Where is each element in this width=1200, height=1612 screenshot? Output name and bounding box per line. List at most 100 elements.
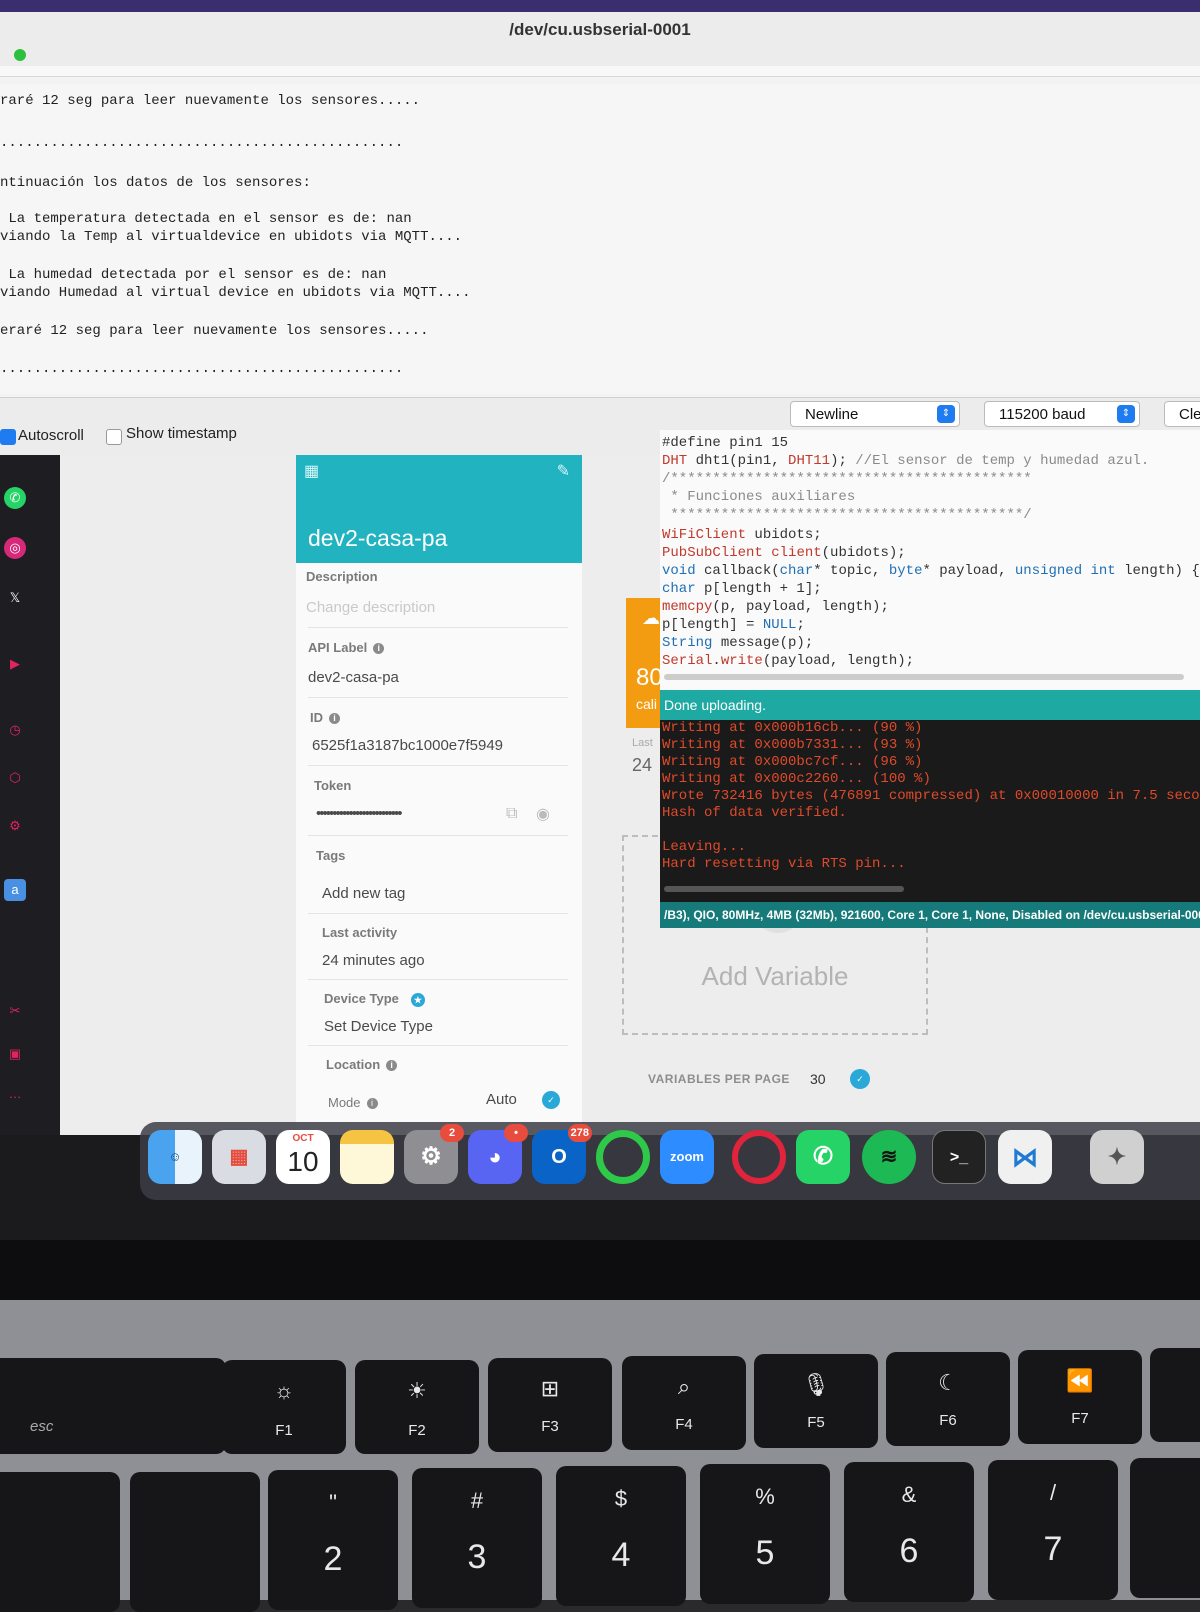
- per-page-label: VARIABLES PER PAGE: [648, 1072, 790, 1086]
- outlook-icon[interactable]: O 278: [532, 1124, 592, 1184]
- serial-monitor-window: /dev/cu.usbserial-0001 raré 12 seg para …: [0, 0, 1200, 456]
- board-info-bar: /B3), QIO, 80MHz, 4MB (32Mb), 921600, Co…: [660, 902, 1200, 928]
- translate-icon[interactable]: a: [4, 879, 26, 901]
- gear-icon[interactable]: ⚙: [4, 815, 26, 837]
- maximize-button[interactable]: [14, 49, 26, 61]
- key-3[interactable]: #3: [412, 1468, 542, 1608]
- terminal-icon[interactable]: >_: [932, 1130, 986, 1184]
- notes-icon[interactable]: [340, 1130, 394, 1184]
- edit-pencil-icon[interactable]: ✎: [557, 461, 570, 481]
- per-page-value[interactable]: 30: [810, 1071, 826, 1087]
- autoscroll-checkbox[interactable]: [0, 429, 16, 445]
- autoscroll-label: Autoscroll: [18, 427, 84, 444]
- console-scrollbar[interactable]: [664, 886, 904, 892]
- user-app-icon[interactable]: ✦: [1090, 1130, 1144, 1184]
- clear-output-button[interactable]: Cle: [1164, 401, 1200, 427]
- console-line: Writing at 0x000c2260... (100 %): [662, 771, 931, 787]
- device-id: 6525f1a3187bc1000e7f5949: [312, 737, 504, 754]
- serial-line: eraré 12 seg para leer nuevamente los se…: [0, 323, 429, 339]
- timestamp-label: Show timestamp: [126, 425, 237, 442]
- timestamp-checkbox[interactable]: [106, 429, 122, 445]
- key-f7[interactable]: ⏪ F7: [1018, 1350, 1142, 1444]
- image-icon[interactable]: ▣: [4, 1043, 26, 1065]
- serial-line: ........................................…: [0, 135, 404, 151]
- code-line: memcpy(p, payload, length);: [662, 599, 889, 615]
- vscode-icon[interactable]: ⋈: [998, 1130, 1052, 1184]
- key-7[interactable]: /7: [988, 1460, 1118, 1600]
- api-label-value[interactable]: dev2-casa-pa: [308, 669, 399, 686]
- whatsapp-dock-icon[interactable]: ✆: [796, 1130, 850, 1184]
- mode-toggle-icon[interactable]: ✓: [542, 1091, 560, 1109]
- info-icon[interactable]: i: [386, 1060, 398, 1072]
- serial-input[interactable]: [0, 66, 1200, 77]
- eye-icon[interactable]: ◉: [536, 804, 550, 824]
- key-f4[interactable]: ⌕ F4: [622, 1356, 746, 1450]
- x-icon[interactable]: 𝕏: [4, 587, 26, 609]
- mode-value[interactable]: Auto: [486, 1091, 517, 1108]
- editor-scrollbar[interactable]: [664, 674, 1184, 680]
- key-5[interactable]: % 5: [700, 1464, 830, 1604]
- id-label: ID i: [310, 710, 340, 725]
- settings-badge: 2: [440, 1124, 464, 1142]
- serial-line: viando Humedad al virtual device en ubid…: [0, 285, 471, 301]
- launchpad-icon[interactable]: ▦: [212, 1130, 266, 1184]
- finder-icon[interactable]: ☺: [148, 1130, 202, 1184]
- spotify-icon[interactable]: ≋: [862, 1130, 916, 1184]
- tags-input[interactable]: Add new tag: [322, 885, 405, 902]
- key-f3[interactable]: ⊞ F3: [488, 1358, 612, 1452]
- window-titlebar[interactable]: /dev/cu.usbserial-0001: [0, 12, 1200, 67]
- arduino-code-editor[interactable]: #define pin1 15 DHT dht1(pin1, DHT11); /…: [660, 430, 1200, 690]
- system-settings-icon[interactable]: ⚙ 2: [404, 1124, 464, 1184]
- more-icon[interactable]: …: [4, 1083, 26, 1105]
- key-2[interactable]: " 2: [268, 1470, 398, 1610]
- key-6[interactable]: & 6: [844, 1462, 974, 1602]
- api-label-label: API Label i: [308, 640, 385, 655]
- keyboard-deck: esc ☼ F1 ☀ F2 ⊞ F3 ⌕ F4 🎙 F5 ☾ F6 ⏪ F7 " 2 #3 $4…: [0, 1300, 1200, 1612]
- discord-icon[interactable]: ◕ •: [468, 1124, 528, 1184]
- description-label: Description: [306, 569, 378, 584]
- code-line: #define pin1 15: [662, 435, 789, 451]
- info-icon[interactable]: i: [373, 643, 385, 655]
- key-f2[interactable]: ☀ F2: [355, 1360, 479, 1454]
- line-ending-select[interactable]: Newline ⇕: [790, 401, 960, 427]
- key-esc[interactable]: esc: [0, 1358, 226, 1454]
- device-chip-icon: ▦: [304, 463, 320, 480]
- key-1[interactable]: [130, 1472, 260, 1612]
- key-8[interactable]: [1130, 1458, 1200, 1598]
- zoom-icon[interactable]: zoom: [660, 1130, 714, 1184]
- code-line: void callback(char* topic, byte* payload…: [662, 563, 1200, 579]
- baud-select[interactable]: 115200 baud ⇕: [984, 401, 1140, 427]
- whatsapp-icon[interactable]: ✆: [4, 487, 26, 509]
- tags-label: Tags: [316, 848, 346, 863]
- code-line: p[length] = NULL;: [662, 617, 805, 633]
- line-ending-value: Newline: [805, 406, 859, 423]
- tools-icon[interactable]: ✂: [4, 1000, 26, 1022]
- token-value: ••••••••••••••••••••••••••: [316, 805, 403, 822]
- description-input[interactable]: Change description: [306, 599, 435, 616]
- play-icon[interactable]: ▶: [4, 653, 26, 675]
- clock-icon[interactable]: ◷: [4, 719, 26, 741]
- star-icon[interactable]: ★: [410, 992, 425, 1007]
- mode-label: Mode i: [328, 1095, 378, 1110]
- key-4[interactable]: $4: [556, 1466, 686, 1606]
- key-f8[interactable]: [1150, 1348, 1200, 1442]
- per-page-dropdown-icon[interactable]: ✓: [850, 1069, 870, 1089]
- info-icon[interactable]: i: [329, 713, 340, 725]
- opera-icon[interactable]: [732, 1130, 786, 1184]
- device-type-label: Device Type ★: [324, 991, 425, 1007]
- copy-icon[interactable]: ⧉: [506, 805, 517, 823]
- cube-icon[interactable]: ⬡: [4, 767, 26, 789]
- key-f6[interactable]: ☾ F6: [886, 1352, 1010, 1446]
- key-f5[interactable]: 🎙 F5: [754, 1354, 878, 1448]
- device-type-value[interactable]: Set Device Type: [324, 1018, 433, 1035]
- key-f1[interactable]: ☼ F1: [222, 1360, 346, 1454]
- serial-line: ntinuación los datos de los sensores:: [0, 175, 311, 191]
- instagram-icon[interactable]: ◎: [4, 537, 26, 559]
- divider: [308, 979, 568, 980]
- calendar-icon[interactable]: OCT 10: [276, 1130, 330, 1184]
- menu-bar: [0, 0, 1200, 12]
- code-line: DHT dht1(pin1, DHT11); //El sensor de te…: [662, 453, 1150, 469]
- activity-ring-icon[interactable]: [596, 1130, 650, 1184]
- key-backtick[interactable]: [0, 1472, 120, 1612]
- info-icon[interactable]: i: [366, 1098, 378, 1110]
